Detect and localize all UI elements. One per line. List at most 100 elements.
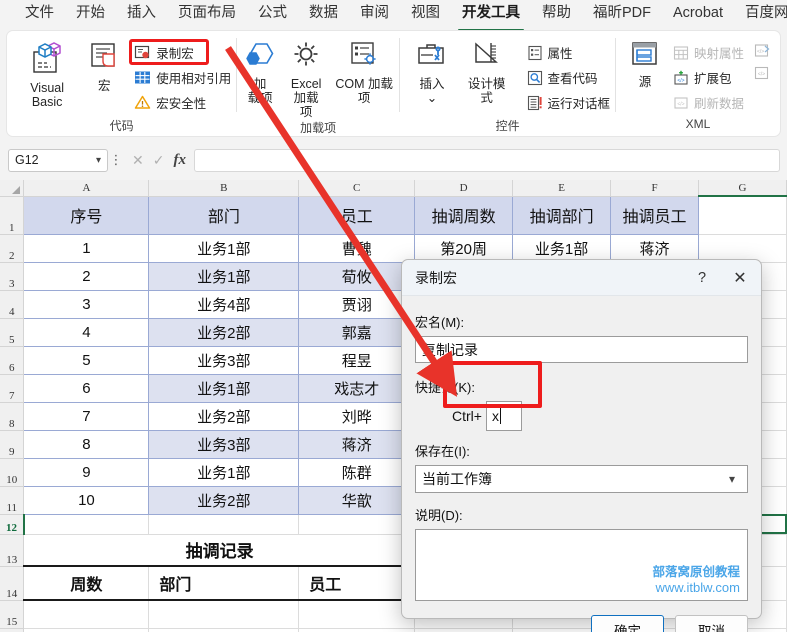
row-header-9[interactable]: 9 xyxy=(0,430,25,459)
cell-a2[interactable]: 1 xyxy=(23,234,150,263)
column-header-g[interactable]: G xyxy=(698,180,787,197)
tab-view[interactable]: 视图 xyxy=(400,1,451,28)
row-header-14[interactable]: 14 xyxy=(0,566,25,601)
cell-c9[interactable]: 蒋济 xyxy=(298,430,416,459)
cell-b11[interactable]: 业务2部 xyxy=(148,486,300,515)
cell-d1[interactable]: 抽调周数 xyxy=(414,196,514,235)
cell-c8[interactable]: 刘晔 xyxy=(298,402,416,431)
cell-b7[interactable]: 业务1部 xyxy=(148,374,300,403)
shortcut-key-input[interactable]: x xyxy=(485,401,522,431)
cell-c10[interactable]: 陈群 xyxy=(298,458,416,487)
formula-input[interactable] xyxy=(193,148,780,172)
cell-b15[interactable] xyxy=(148,600,300,629)
tab-baidu-netdisk[interactable]: 百度网盘 xyxy=(734,1,787,28)
tab-review[interactable]: 审阅 xyxy=(349,1,400,28)
refresh-data-button[interactable]: </> 刷新数据 xyxy=(670,91,749,114)
cell-b16[interactable] xyxy=(148,628,300,632)
tab-developer[interactable]: 开发工具 xyxy=(451,1,531,31)
cell-a3[interactable]: 2 xyxy=(23,262,150,291)
tab-home[interactable]: 开始 xyxy=(65,1,116,28)
insert-control-button[interactable]: 插入 ⌄ xyxy=(408,37,456,105)
cell-a4[interactable]: 3 xyxy=(23,290,150,319)
cell-b3[interactable]: 业务1部 xyxy=(148,262,300,291)
cell-b6[interactable]: 业务3部 xyxy=(148,346,300,375)
row-header-11[interactable]: 11 xyxy=(0,486,25,515)
cell-a15[interactable] xyxy=(23,600,150,629)
row-header-2[interactable]: 2 xyxy=(0,234,25,263)
cancel-icon[interactable]: ✕ xyxy=(132,152,144,169)
run-dialog-button[interactable]: 运行对话框 xyxy=(524,91,616,114)
record-macro-button[interactable]: 录制宏 xyxy=(131,41,236,64)
cell-g1[interactable] xyxy=(698,195,787,235)
cell-a11[interactable]: 10 xyxy=(23,486,150,515)
use-relative-reference-button[interactable]: 使用相对引用 xyxy=(131,66,236,89)
description-textarea[interactable]: 部落窝原创教程 www.itblw.com xyxy=(415,529,748,601)
fx-icon[interactable]: fx xyxy=(173,152,186,169)
row-header-4[interactable]: 4 xyxy=(0,290,25,319)
cell-a9[interactable]: 8 xyxy=(23,430,150,459)
cell-e2[interactable]: 业务1部 xyxy=(512,234,612,263)
tab-page-layout[interactable]: 页面布局 xyxy=(167,1,247,28)
cancel-button[interactable]: 取消 xyxy=(675,615,748,632)
cell-c1[interactable]: 员工 xyxy=(298,196,416,235)
column-header-b[interactable]: B xyxy=(148,180,300,197)
xml-source-button[interactable]: 源 xyxy=(622,37,668,89)
properties-button[interactable]: 属性 xyxy=(524,41,616,64)
column-header-a[interactable]: A xyxy=(23,180,150,197)
row-header-13[interactable]: 13 xyxy=(0,534,25,567)
cell-f1[interactable]: 抽调员工 xyxy=(610,196,700,235)
macro-name-input[interactable]: 复制记录 xyxy=(415,336,748,363)
cell-e1[interactable]: 抽调部门 xyxy=(512,196,612,235)
name-box[interactable]: G12 ▾ xyxy=(8,148,108,172)
cell-c14[interactable]: 员工 xyxy=(298,566,416,601)
import-xml-button[interactable]: </> xyxy=(751,41,780,61)
cell-a1[interactable]: 序号 xyxy=(23,196,150,235)
row-header-8[interactable]: 8 xyxy=(0,402,25,431)
cell-c15[interactable] xyxy=(298,600,416,629)
tab-foxit-pdf[interactable]: 福昕PDF xyxy=(582,1,662,28)
cell-a13-title[interactable]: 抽调记录 xyxy=(23,534,415,567)
cell-b12[interactable] xyxy=(148,514,300,535)
cell-c3[interactable]: 荀攸 xyxy=(298,262,416,291)
confirm-icon[interactable]: ✓ xyxy=(153,152,165,169)
cell-c12[interactable] xyxy=(298,514,416,535)
tab-file[interactable]: 文件 xyxy=(14,1,65,28)
tab-help[interactable]: 帮助 xyxy=(531,1,582,28)
chevron-down-icon[interactable]: ▾ xyxy=(96,155,101,166)
visual-basic-button[interactable]: Visual Basic xyxy=(13,37,81,109)
store-in-select[interactable]: 当前工作簿 ▾ xyxy=(415,465,748,493)
map-properties-button[interactable]: 映射属性 xyxy=(670,41,749,64)
row-header-15[interactable]: 15 xyxy=(0,600,25,629)
cell-c5[interactable]: 郭嘉 xyxy=(298,318,416,347)
cell-a12[interactable] xyxy=(23,514,150,535)
cell-b9[interactable]: 业务3部 xyxy=(148,430,300,459)
cell-a6[interactable]: 5 xyxy=(23,346,150,375)
cell-c11[interactable]: 华歆 xyxy=(298,486,416,515)
macro-security-button[interactable]: 宏安全性 xyxy=(131,91,236,114)
chevron-down-icon[interactable]: ▾ xyxy=(719,472,745,486)
row-header-5[interactable]: 5 xyxy=(0,318,25,347)
cell-b4[interactable]: 业务4部 xyxy=(148,290,300,319)
cell-c7[interactable]: 戏志才 xyxy=(298,374,416,403)
cell-b1[interactable]: 部门 xyxy=(148,196,300,235)
row-header-3[interactable]: 3 xyxy=(0,262,25,291)
row-header-6[interactable]: 6 xyxy=(0,346,25,375)
select-all-corner[interactable] xyxy=(0,180,25,197)
row-header-10[interactable]: 10 xyxy=(0,458,25,487)
cell-a7[interactable]: 6 xyxy=(23,374,150,403)
cell-c16[interactable] xyxy=(298,628,416,632)
excel-addins-button[interactable]: Excel 加载项 xyxy=(283,37,329,119)
column-header-e[interactable]: E xyxy=(512,180,612,197)
tab-data[interactable]: 数据 xyxy=(298,1,349,28)
cell-d2[interactable]: 第20周 xyxy=(414,234,514,263)
cell-b10[interactable]: 业务1部 xyxy=(148,458,300,487)
cell-a14[interactable]: 周数 xyxy=(23,566,150,601)
tab-insert[interactable]: 插入 xyxy=(116,1,167,28)
addins-button[interactable]: 加 载项 xyxy=(237,37,283,105)
column-header-f[interactable]: F xyxy=(610,180,700,197)
cell-a16[interactable] xyxy=(23,628,150,632)
cell-b5[interactable]: 业务2部 xyxy=(148,318,300,347)
cell-a10[interactable]: 9 xyxy=(23,458,150,487)
row-header-7[interactable]: 7 xyxy=(0,374,25,403)
row-header-16[interactable]: 16 xyxy=(0,628,25,632)
